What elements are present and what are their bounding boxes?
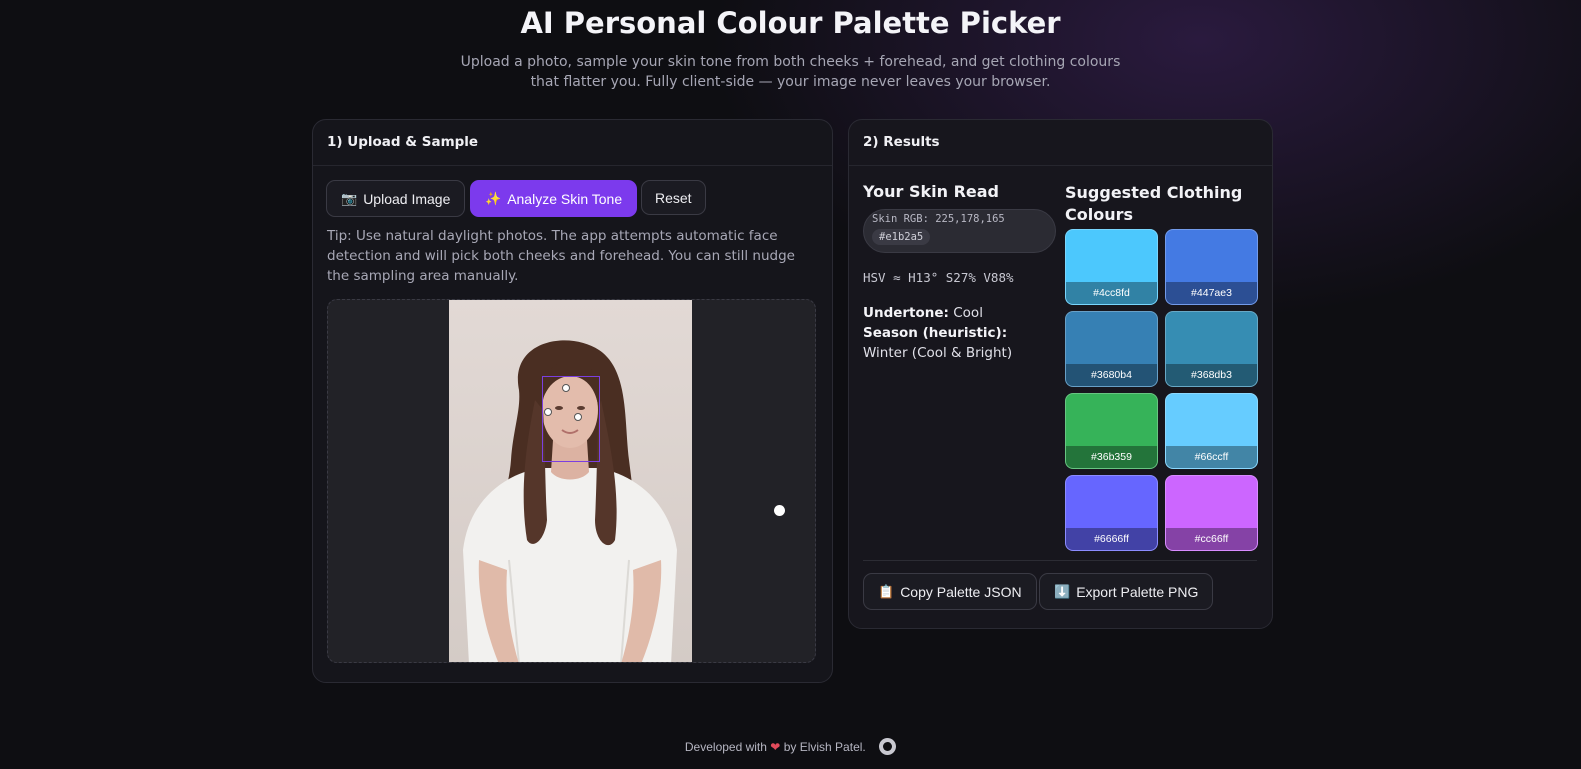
suggested-colours-title: Suggested Clothing Colours — [1065, 183, 1243, 224]
forehead-sample-point[interactable] — [562, 384, 570, 392]
copy-palette-json-label: Copy Palette JSON — [900, 583, 1022, 600]
reset-button[interactable]: Reset — [641, 180, 706, 215]
upload-card: 1) Upload & Sample 📷 Upload Image ✨ Anal… — [312, 119, 833, 683]
swatch-hex-label: #66ccff — [1166, 446, 1257, 468]
page-subtitle: Upload a photo, sample your skin tone fr… — [460, 54, 1121, 90]
swatch-hex-label: #3680b4 — [1066, 364, 1157, 386]
upload-image-label: Upload Image — [363, 190, 451, 207]
tip-text: Tip: Use natural daylight photos. The ap… — [327, 228, 795, 284]
undertone-value: Cool — [953, 305, 983, 321]
download-icon: ⬇️ — [1054, 583, 1071, 599]
season-label: Season (heuristic): — [863, 325, 1008, 341]
skin-rgb-text: Skin RGB: 225,178,165 — [872, 213, 1005, 225]
swatch-hex-label: #6666ff — [1066, 528, 1157, 550]
right-cheek-sample-point[interactable] — [574, 413, 582, 421]
swatch-hex-label: #4cc8fd — [1066, 282, 1157, 304]
face-detection-box[interactable] — [542, 376, 600, 462]
swatch-hex-label: #368db3 — [1166, 364, 1257, 386]
results-heading: 2) Results — [849, 120, 1272, 166]
github-icon[interactable] — [879, 738, 897, 755]
footer-prefix: Developed with — [684, 740, 767, 754]
hsv-text: HSV ≈ H13° S27% V88% — [863, 270, 1014, 285]
image-canvas[interactable] — [327, 299, 816, 663]
colour-swatch[interactable]: #447ae3 — [1165, 229, 1258, 305]
upload-heading: 1) Upload & Sample — [313, 120, 832, 166]
colour-swatch[interactable]: #36b359 — [1065, 393, 1158, 469]
portrait-image — [449, 300, 692, 662]
skin-read-title: Your Skin Read — [863, 182, 999, 201]
clipboard-icon: 📋 — [878, 583, 895, 599]
uploaded-photo — [449, 300, 692, 662]
analyze-skin-tone-button[interactable]: ✨ Analyze Skin Tone — [470, 180, 638, 217]
export-palette-png-button[interactable]: ⬇️ Export Palette PNG — [1039, 573, 1214, 610]
left-cheek-sample-point[interactable] — [544, 408, 552, 416]
swatch-hex-label: #36b359 — [1066, 446, 1157, 468]
season-value: Winter (Cool & Bright) — [863, 345, 1013, 361]
skin-hex-chip: #e1b2a5 — [872, 229, 931, 245]
page-title: AI Personal Colour Palette Picker — [520, 6, 1061, 40]
analyze-skin-tone-label: Analyze Skin Tone — [507, 190, 623, 207]
colour-swatch[interactable]: #3680b4 — [1065, 311, 1158, 387]
colour-swatch[interactable]: #368db3 — [1165, 311, 1258, 387]
colour-swatch[interactable]: #cc66ff — [1165, 475, 1258, 551]
export-palette-png-label: Export Palette PNG — [1076, 583, 1199, 600]
colour-swatch[interactable]: #6666ff — [1065, 475, 1158, 551]
skin-color-pill: Skin RGB: 225,178,165 #e1b2a5 — [863, 209, 1056, 253]
results-card: 2) Results Your Skin Read Skin RGB: 225,… — [848, 119, 1273, 629]
footer-suffix: by Elvish Patel. — [783, 740, 866, 754]
undertone-label: Undertone: — [863, 305, 949, 321]
sparkles-icon: ✨ — [485, 190, 502, 206]
tone-summary: Undertone: Cool Season (heuristic): Wint… — [863, 303, 1048, 363]
results-divider — [863, 560, 1257, 561]
swatch-hex-label: #447ae3 — [1166, 282, 1257, 304]
sampling-handle[interactable] — [774, 505, 785, 516]
footer: Developed with ❤ by Elvish Patel. — [0, 738, 1581, 755]
colour-swatch[interactable]: #4cc8fd — [1065, 229, 1158, 305]
swatch-hex-label: #cc66ff — [1166, 528, 1257, 550]
camera-icon: 📷 — [341, 190, 358, 206]
copy-palette-json-button[interactable]: 📋 Copy Palette JSON — [863, 573, 1037, 610]
upload-image-button[interactable]: 📷 Upload Image — [326, 180, 466, 217]
colour-swatch[interactable]: #66ccff — [1165, 393, 1258, 469]
heart-icon: ❤ — [770, 740, 781, 754]
